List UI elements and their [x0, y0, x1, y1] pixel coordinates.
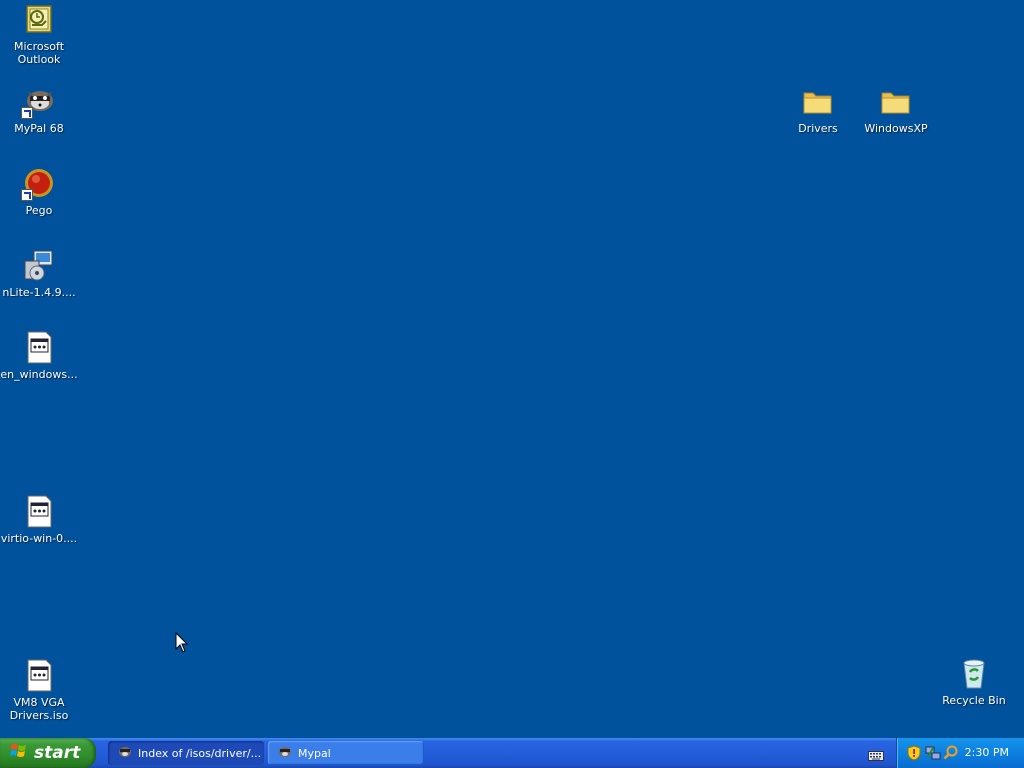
iso-file-icon [22, 659, 56, 693]
pego-icon [21, 167, 56, 201]
mypal-icon [118, 745, 132, 762]
start-button[interactable]: start [0, 738, 96, 768]
taskbar-button-label: Mypal [298, 746, 331, 760]
iso-file-icon [22, 331, 56, 365]
desktop-icon-label: nLite-1.4.9.... [2, 286, 76, 299]
recycle-bin-icon [957, 657, 991, 691]
desktop[interactable]: { "desktop": { "icons": [ {"label": "Mic… [0, 0, 1024, 768]
security-shield-icon[interactable] [907, 745, 921, 765]
windows-flag-icon [10, 742, 28, 765]
desktop-icon-label: virtio-win-0.... [0, 532, 78, 545]
desktop-icon-windowsxp[interactable]: WindowsXP [856, 85, 936, 135]
desktop-icon-pego[interactable]: Pego [0, 167, 79, 217]
network-icon[interactable] [925, 745, 941, 765]
desktop-icon-nlite[interactable]: nLite-1.4.9.... [0, 249, 79, 299]
taskbar: start Index of /isos/driver/... Mypal 2:… [0, 738, 1024, 768]
desktop-icon-drivers[interactable]: Drivers [778, 85, 858, 135]
start-label: start [34, 743, 81, 763]
keyboard-icon[interactable] [868, 747, 884, 766]
installer-icon [22, 249, 56, 283]
desktop-icon-label: Recycle Bin [942, 694, 1006, 707]
mypal-icon [21, 85, 56, 119]
shortcut-arrow-icon [21, 189, 33, 201]
mypal-icon [278, 745, 292, 762]
desktop-icon-label: Microsoft Outlook [13, 40, 65, 66]
taskbar-button-index-of-isos[interactable]: Index of /isos/driver/... [108, 741, 264, 765]
desktop-icon-label: en_windows... [0, 368, 78, 381]
desktop-icon-recycle-bin[interactable]: Recycle Bin [934, 657, 1014, 707]
mouse-cursor-icon [175, 631, 189, 658]
desktop-icon-outlook[interactable]: Microsoft Outlook [0, 3, 79, 66]
iso-file-icon [22, 495, 56, 529]
outlook-icon [22, 3, 56, 37]
folder-icon [879, 85, 913, 119]
desktop-icon-label: WindowsXP [864, 122, 928, 135]
desktop-icon-virtio[interactable]: virtio-win-0.... [0, 495, 79, 545]
desktop-icon-label: Pego [25, 204, 53, 217]
taskbar-button-mypal[interactable]: Mypal [268, 741, 424, 765]
clock[interactable]: 2:30 PM [965, 746, 1009, 759]
desktop-icon-mypal[interactable]: MyPal 68 [0, 85, 79, 135]
folder-icon [801, 85, 835, 119]
search-icon[interactable] [943, 745, 959, 765]
desktop-icon-label: VM8 VGA Drivers.iso [9, 696, 69, 722]
desktop-icon-label: MyPal 68 [14, 122, 64, 135]
desktop-icon-vm8-vga[interactable]: VM8 VGA Drivers.iso [0, 659, 79, 722]
system-tray: 2:30 PM [896, 738, 1024, 768]
taskbar-button-label: Index of /isos/driver/... [138, 746, 262, 760]
desktop-icon-label: Drivers [798, 122, 838, 135]
shortcut-arrow-icon [21, 107, 33, 119]
desktop-icon-en-windows[interactable]: en_windows... [0, 331, 79, 381]
